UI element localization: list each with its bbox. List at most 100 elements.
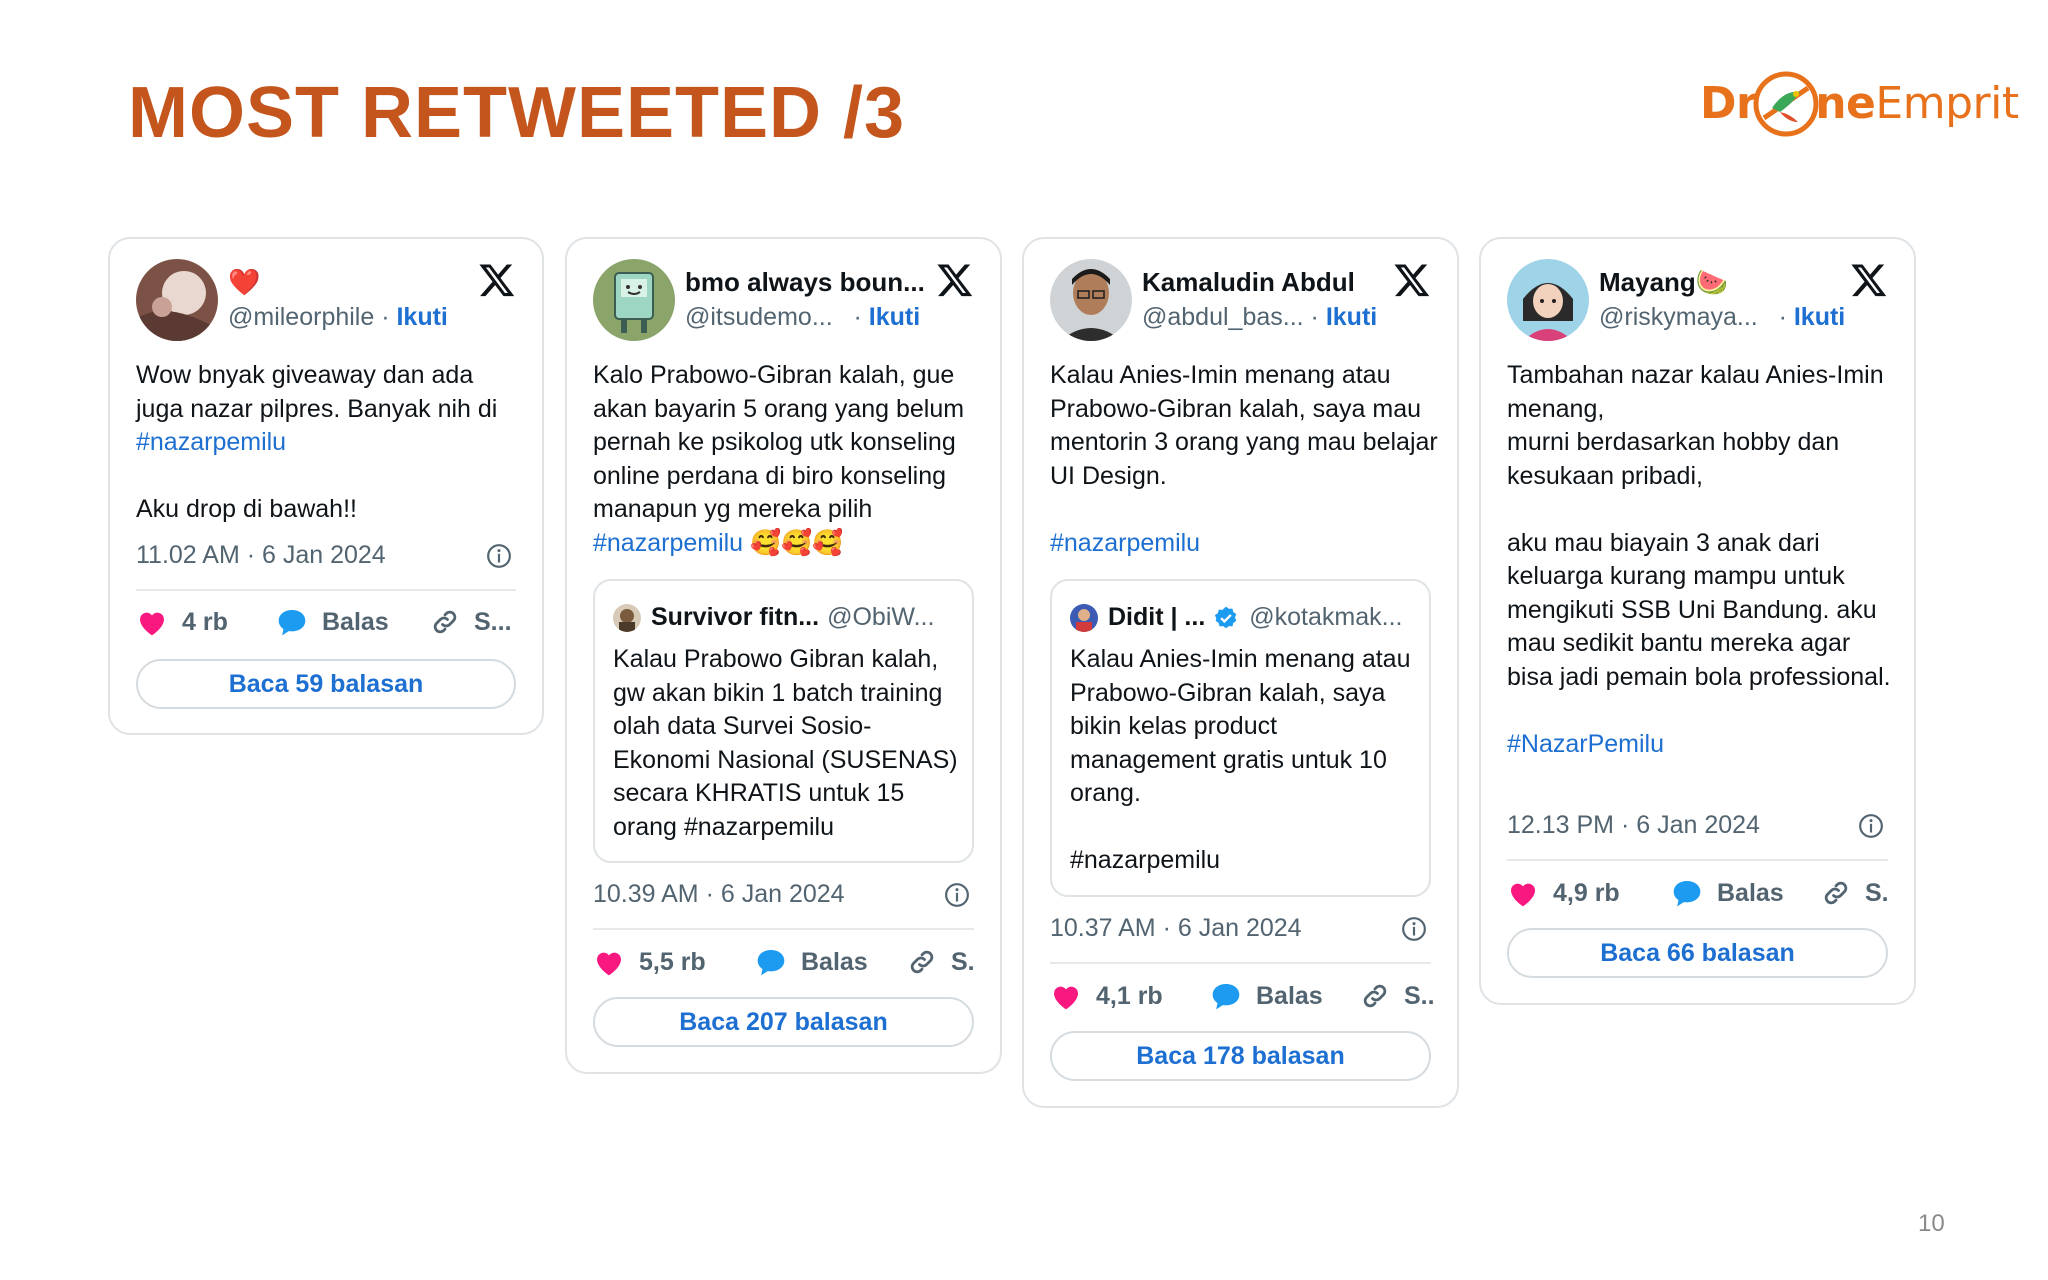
- avatar[interactable]: [1050, 259, 1132, 341]
- quoted-handle: @ObiW...: [827, 603, 935, 631]
- share-link-button[interactable]: S.: [907, 947, 975, 977]
- x-logo-icon[interactable]: [1850, 261, 1888, 299]
- reply-button[interactable]: Balas: [1671, 878, 1784, 908]
- heart-icon: [140, 612, 164, 636]
- heart-icon: [1054, 986, 1078, 1010]
- share-link-button[interactable]: S.: [1821, 878, 1889, 908]
- heart-icon: [597, 952, 621, 976]
- display-name[interactable]: ❤️: [228, 267, 260, 298]
- like-button[interactable]: 4,1 rb: [1050, 981, 1163, 1011]
- follow-link[interactable]: Ikuti: [396, 303, 447, 331]
- read-replies-button[interactable]: Baca 178 balasan: [1050, 1031, 1431, 1081]
- info-icon[interactable]: [1401, 916, 1427, 942]
- like-count: 5,5 rb: [639, 947, 706, 976]
- tweet-card-3[interactable]: Kamaludin Abdul @abdul_bas... · Ikuti Ka…: [1022, 237, 1459, 1108]
- read-replies-button[interactable]: Baca 66 balasan: [1507, 928, 1888, 978]
- user-handle[interactable]: @riskymaya...: [1599, 303, 1758, 331]
- timestamp[interactable]: 10.37 AM · 6 Jan 2024: [1050, 914, 1302, 943]
- divider: [136, 589, 516, 591]
- reply-button[interactable]: Balas: [1210, 981, 1323, 1011]
- handle-row: @abdul_bas... · Ikuti: [1142, 303, 1378, 331]
- divider: [1050, 962, 1431, 964]
- reply-bubble-icon: [1673, 881, 1701, 907]
- tweet-text: Tambahan nazar kalau Anies-Imin menang, …: [1507, 361, 1891, 758]
- quoted-name: Didit | ...: [1108, 603, 1206, 631]
- reply-button[interactable]: Balas: [755, 947, 868, 977]
- info-icon[interactable]: [486, 543, 512, 569]
- action-bar: 4,1 rb Balas S..: [1050, 981, 1437, 1021]
- info-icon[interactable]: [944, 882, 970, 908]
- read-replies-button[interactable]: Baca 59 balasan: [136, 659, 516, 709]
- avatar[interactable]: [593, 259, 675, 341]
- reply-button[interactable]: Balas: [276, 607, 389, 637]
- quoted-handle: @kotakmak...: [1249, 603, 1403, 631]
- tweet-text: Kalau Anies-Imin menang atau Prabowo-Gib…: [1050, 361, 1438, 557]
- bird-logo-icon: [1753, 71, 1819, 137]
- tweet-text: Wow bnyak giveaway dan ada juga nazar pi…: [136, 361, 505, 523]
- reply-bubble-icon: [757, 950, 785, 976]
- timestamp[interactable]: 12.13 PM · 6 Jan 2024: [1507, 811, 1760, 840]
- handle-row: @mileorphile · Ikuti: [228, 303, 448, 331]
- hashtag-link[interactable]: #nazarpemilu: [136, 428, 286, 456]
- emoji-faces: 🥰🥰🥰: [750, 528, 844, 557]
- display-name[interactable]: bmo always boun...: [685, 267, 925, 298]
- quoted-text: Kalau Prabowo Gibran kalah, gw akan biki…: [613, 645, 965, 841]
- link-icon: [910, 950, 934, 974]
- avatar[interactable]: [1507, 259, 1589, 341]
- user-handle[interactable]: @itsudemo...: [685, 303, 833, 331]
- drone-emprit-logo: Dr neEmprit: [1700, 66, 2019, 146]
- display-name[interactable]: Mayang🍉: [1599, 267, 1728, 298]
- timestamp[interactable]: 11.02 AM · 6 Jan 2024: [136, 541, 386, 570]
- read-replies-button[interactable]: Baca 207 balasan: [593, 997, 974, 1047]
- hashtag-link[interactable]: #nazarpemilu: [593, 529, 743, 557]
- x-logo-icon[interactable]: [478, 261, 516, 299]
- share-link-button[interactable]: S...: [430, 607, 512, 637]
- timestamp[interactable]: 10.39 AM · 6 Jan 2024: [593, 880, 845, 909]
- tweet-card-1[interactable]: ❤️ @mileorphile · Ikuti Wow bnyak giveaw…: [108, 237, 544, 735]
- follow-link[interactable]: Ikuti: [1794, 303, 1845, 331]
- avatar[interactable]: [136, 259, 218, 341]
- like-button[interactable]: 4 rb: [136, 607, 228, 637]
- like-count: 4 rb: [182, 607, 228, 636]
- page-number: 10: [1918, 1210, 1945, 1237]
- tweet-card-2[interactable]: bmo always boun... @itsudemo... · Ikuti …: [565, 237, 1002, 1074]
- x-logo-icon[interactable]: [1393, 261, 1431, 299]
- heart-icon: [1511, 883, 1535, 907]
- divider: [593, 928, 974, 930]
- quoted-tweet[interactable]: Didit | ... @kotakmak... Kalau Anies-Imi…: [1050, 579, 1431, 897]
- link-icon: [433, 610, 457, 634]
- divider: [1507, 859, 1888, 861]
- quoted-text: Kalau Anies-Imin menang atau Prabowo-Gib…: [1070, 645, 1411, 874]
- like-button[interactable]: 4,9 rb: [1507, 878, 1620, 908]
- action-bar: 5,5 rb Balas S.: [593, 947, 980, 987]
- display-name[interactable]: Kamaludin Abdul: [1142, 267, 1355, 298]
- heart-emoji: ❤️: [228, 267, 261, 297]
- like-count: 4,1 rb: [1096, 981, 1163, 1010]
- link-icon: [1824, 881, 1848, 905]
- handle-row: @riskymaya... · Ikuti: [1599, 303, 1846, 331]
- share-link-button[interactable]: S..: [1360, 981, 1435, 1011]
- like-button[interactable]: 5,5 rb: [593, 947, 706, 977]
- action-bar: 4,9 rb Balas S.: [1507, 878, 1894, 918]
- watermelon-emoji: 🍉: [1695, 267, 1729, 297]
- info-icon[interactable]: [1858, 813, 1884, 839]
- reply-bubble-icon: [1212, 984, 1240, 1010]
- reply-bubble-icon: [278, 610, 306, 636]
- tweet-card-4[interactable]: Mayang🍉 @riskymaya... · Ikuti Tambahan n…: [1479, 237, 1916, 1005]
- hashtag-link[interactable]: #NazarPemilu: [1507, 730, 1664, 758]
- follow-link[interactable]: Ikuti: [1326, 303, 1377, 331]
- x-logo-icon[interactable]: [936, 261, 974, 299]
- like-count: 4,9 rb: [1553, 878, 1620, 907]
- tweet-text: Kalo Prabowo-Gibran kalah, gue akan baya…: [593, 361, 965, 557]
- user-handle[interactable]: @mileorphile: [228, 303, 374, 331]
- follow-link[interactable]: Ikuti: [869, 303, 920, 331]
- user-handle[interactable]: @abdul_bas...: [1142, 303, 1304, 331]
- verified-badge-icon: [1215, 606, 1237, 628]
- quoted-avatar: [1070, 603, 1098, 632]
- quoted-tweet[interactable]: Survivor fitn... @ObiW... Kalau Prabowo …: [593, 579, 974, 863]
- quoted-name: Survivor fitn...: [651, 603, 820, 631]
- action-bar: 4 rb Balas S...: [136, 607, 522, 647]
- handle-row: @itsudemo... · Ikuti: [685, 303, 921, 331]
- hashtag-link[interactable]: #nazarpemilu: [1050, 529, 1200, 557]
- link-icon: [1363, 984, 1387, 1008]
